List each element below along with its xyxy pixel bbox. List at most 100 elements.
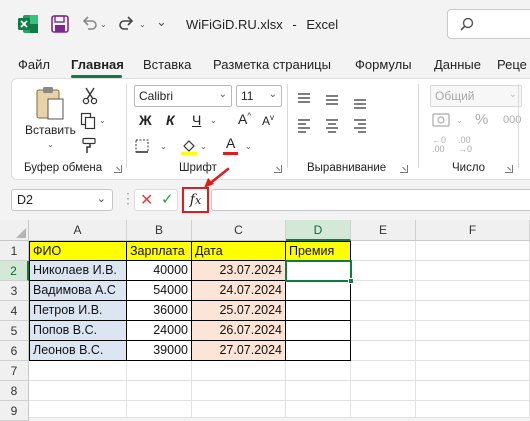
empty-cell[interactable] [416, 361, 530, 381]
column-header-e[interactable]: E [351, 220, 416, 241]
accounting-dropdown-icon[interactable]: ⌄ [456, 116, 463, 125]
empty-cell[interactable] [351, 321, 416, 341]
empty-cell[interactable] [351, 261, 416, 281]
empty-cell[interactable] [192, 361, 286, 381]
empty-cell[interactable] [351, 361, 416, 381]
empty-cell[interactable] [416, 281, 530, 301]
header-cell-salary[interactable]: Зарплата [127, 241, 192, 261]
underline-dropdown-icon[interactable]: ⌄ [210, 116, 217, 125]
fill-color-dropdown-icon[interactable]: ⌄ [200, 142, 207, 151]
cell-date[interactable]: 23.07.2024 [192, 261, 286, 281]
font-color-button[interactable]: А [226, 135, 235, 151]
tab-review[interactable]: Реце [497, 57, 527, 72]
number-launcher-icon[interactable] [505, 165, 513, 173]
row-header-2[interactable]: 2 [0, 261, 29, 281]
formula-input[interactable] [211, 189, 530, 211]
cell-salary[interactable]: 40000 [127, 261, 192, 281]
font-size-select[interactable]: 11 ⌄ [236, 85, 282, 107]
cell-bonus[interactable] [286, 261, 351, 281]
empty-cell[interactable] [416, 401, 530, 418]
empty-cell[interactable] [351, 241, 416, 261]
cell-bonus[interactable] [286, 341, 351, 361]
borders-icon[interactable] [134, 138, 154, 154]
empty-cell[interactable] [416, 301, 530, 321]
row-header-8[interactable]: 8 [0, 381, 29, 401]
alignment-launcher-icon[interactable] [400, 165, 408, 173]
tab-data[interactable]: Данные [434, 57, 481, 72]
paste-label[interactable]: Вставить [25, 123, 76, 137]
empty-cell[interactable] [416, 261, 530, 281]
cell-name[interactable]: Вадимова А.С [29, 281, 127, 301]
tab-formulas[interactable]: Формулы [355, 57, 412, 72]
undo-icon[interactable] [80, 14, 98, 34]
insert-function-button[interactable]: fx [182, 187, 209, 213]
tab-insert[interactable]: Вставка [143, 57, 191, 72]
header-cell-name[interactable]: ФИО [29, 241, 127, 261]
empty-cell[interactable] [286, 401, 351, 418]
header-cell-bonus[interactable]: Премия [286, 241, 351, 261]
tab-page-layout[interactable]: Разметка страницы [213, 57, 331, 72]
name-box-dropdown-icon[interactable]: ⌄ [97, 192, 106, 205]
empty-cell[interactable] [127, 381, 192, 401]
empty-cell[interactable] [351, 281, 416, 301]
column-header-f[interactable]: F [416, 220, 530, 241]
underline-button[interactable]: Ч [192, 112, 201, 128]
redo-dropdown-icon[interactable]: ⌄ [139, 20, 146, 29]
row-header-1[interactable]: 1 [0, 241, 29, 261]
empty-cell[interactable] [416, 241, 530, 261]
column-header-a[interactable]: A [29, 220, 127, 241]
font-name-select[interactable]: Calibri ⌄ [134, 85, 232, 107]
decrease-font-size-button[interactable]: Av [262, 113, 274, 128]
paste-dropdown-icon[interactable]: ⌄ [47, 140, 54, 149]
empty-cell[interactable] [351, 341, 416, 361]
empty-cell[interactable] [286, 361, 351, 381]
empty-cell[interactable] [127, 361, 192, 381]
tab-home[interactable]: Главная [71, 57, 124, 72]
cell-salary[interactable]: 39000 [127, 341, 192, 361]
copy-dropdown-icon[interactable]: ⌄ [99, 116, 106, 125]
redo-icon[interactable] [118, 14, 136, 34]
borders-dropdown-icon[interactable]: ⌄ [160, 142, 167, 151]
cell-name[interactable]: Попов В.С. [29, 321, 127, 341]
cell-date[interactable]: 25.07.2024 [192, 301, 286, 321]
cell-name[interactable]: Николаев И.В. [29, 261, 127, 281]
cell-name[interactable]: Леонов В.С. [29, 341, 127, 361]
italic-button[interactable]: К [166, 112, 175, 128]
undo-dropdown-icon[interactable]: ⌄ [100, 20, 107, 29]
column-header-c[interactable]: C [192, 220, 286, 241]
empty-cell[interactable] [416, 341, 530, 361]
alignment-buttons[interactable] [296, 90, 404, 156]
empty-cell[interactable] [351, 401, 416, 418]
cancel-entry-icon[interactable]: ✕ [140, 190, 153, 210]
decrease-decimal-button[interactable]: .00 →0 [458, 136, 472, 154]
row-header-3[interactable]: 3 [0, 281, 29, 301]
fill-handle[interactable] [348, 278, 354, 284]
empty-cell[interactable] [416, 321, 530, 341]
column-header-d[interactable]: D [286, 220, 351, 241]
formula-bar-grip-icon[interactable]: ⋮ [121, 190, 135, 207]
column-header-b[interactable]: B [127, 220, 192, 241]
header-cell-date[interactable]: Дата [192, 241, 286, 261]
cell-date[interactable]: 26.07.2024 [192, 321, 286, 341]
save-icon[interactable] [50, 14, 70, 34]
empty-cell[interactable] [127, 401, 192, 418]
font-color-dropdown-icon[interactable]: ⌄ [245, 142, 252, 151]
tab-file[interactable]: Файл [18, 57, 50, 72]
copy-icon[interactable] [80, 112, 96, 130]
fill-color-icon[interactable] [180, 137, 198, 155]
empty-cell[interactable] [29, 381, 127, 401]
row-header-5[interactable]: 5 [0, 321, 29, 341]
cell-date[interactable]: 24.07.2024 [192, 281, 286, 301]
cell-salary[interactable]: 54000 [127, 281, 192, 301]
search-box[interactable] [447, 9, 530, 39]
row-header-7[interactable]: 7 [0, 361, 29, 381]
cell-date[interactable]: 27.07.2024 [192, 341, 286, 361]
format-painter-icon[interactable] [81, 137, 99, 155]
empty-cell[interactable] [192, 381, 286, 401]
row-header-4[interactable]: 4 [0, 301, 29, 321]
cell-bonus[interactable] [286, 301, 351, 321]
cell-bonus[interactable] [286, 281, 351, 301]
increase-font-size-button[interactable]: A^ [238, 111, 251, 127]
empty-cell[interactable] [286, 381, 351, 401]
customize-qat-icon[interactable]: ⌄ [156, 14, 167, 30]
